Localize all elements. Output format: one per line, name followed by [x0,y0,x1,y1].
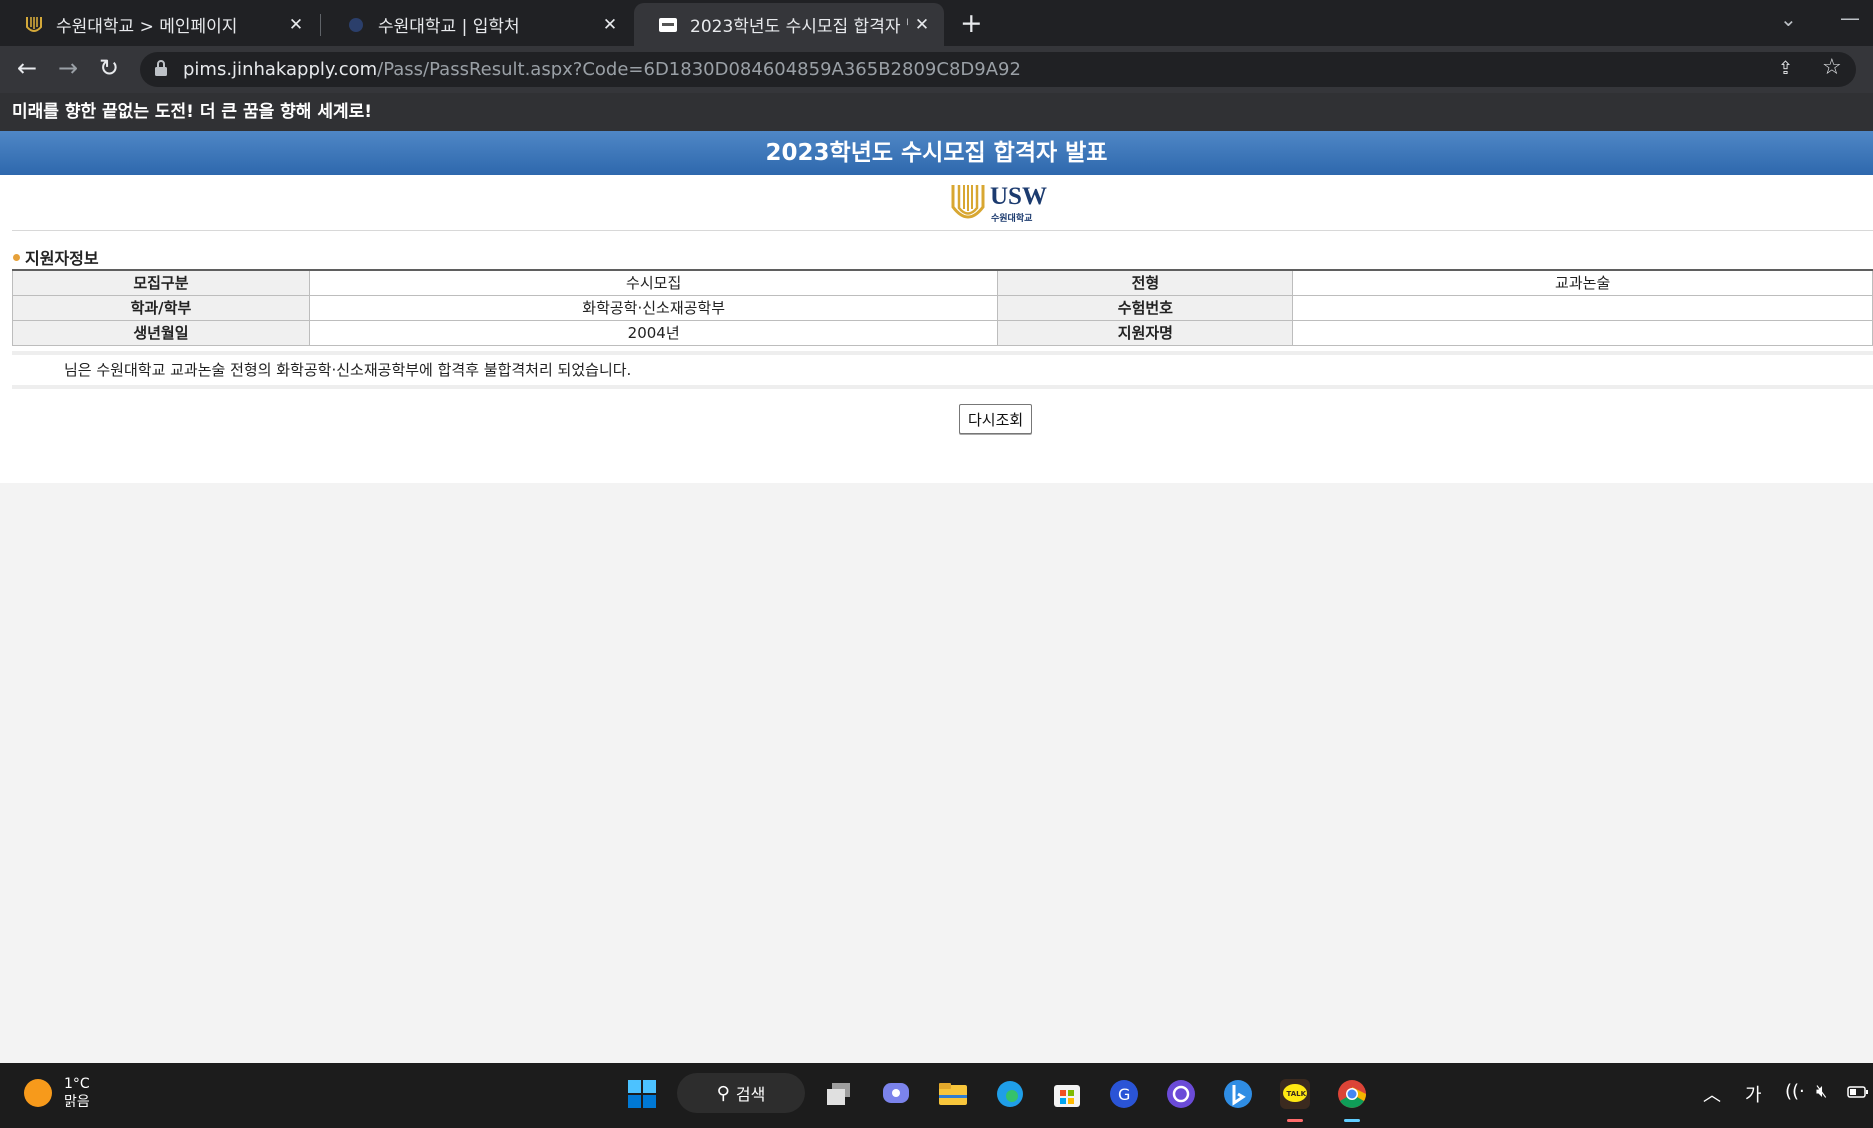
volume-muted-icon[interactable]: 🔇︎ [1816,1081,1827,1102]
page-content: 미래를 향한 끝없는 도전! 더 큰 꿈을 향해 세계로! 2023학년도 수시… [0,93,1873,1063]
tab-separator [320,14,321,36]
bullet-icon [13,253,20,261]
edge-icon[interactable] [993,1077,1027,1111]
logo-text: USW [990,183,1047,210]
new-tab-icon[interactable]: + [960,8,983,39]
kakaotalk-icon[interactable]: TALK [1278,1077,1312,1111]
weather-temp: 1°C [64,1076,90,1092]
label-cell: 모집구분 [12,269,310,296]
divider [12,230,1873,231]
label-cell: 수험번호 [997,294,1294,321]
usw-emblem-icon [951,185,985,219]
wifi-icon[interactable]: ((· [1785,1081,1805,1102]
weather-widget[interactable]: 1°C 맑음 [24,1075,90,1111]
chat-icon[interactable] [879,1077,913,1111]
section-title-text: 지원자정보 [25,249,99,268]
value-cell: 교과논술 [1292,269,1873,296]
tab-suwon-admission[interactable]: 수원대학교 | 입학처 ✕ [322,3,632,46]
search-label: 검색 [735,1085,766,1104]
logo-subtext: 수원대학교 [991,214,1033,224]
tray-chevron-icon[interactable]: ︿ [1703,1081,1721,1107]
tab-close-icon[interactable]: ✕ [288,15,304,35]
label-cell: 전형 [997,269,1294,296]
admission-favicon-icon [349,17,363,32]
table-row: 생년월일 2004년 지원자명 [12,319,1873,346]
url-host: pims.jinhakapply.com [183,59,378,80]
browser-tabbar: 수원대학교 > 메인페이지 ✕ 수원대학교 | 입학처 ✕ 2023학년도 수시… [0,0,1873,46]
forward-icon[interactable]: → [53,54,83,82]
label-cell: 지원자명 [997,319,1294,346]
slogan-bar: 미래를 향한 끝없는 도전! 더 큰 꿈을 향해 세계로! [0,93,1873,131]
address-bar[interactable]: pims.jinhakapply.com/Pass/PassResult.asp… [140,52,1856,87]
page-title: 2023학년도 수시모집 합격자 발표 [0,131,1873,175]
chrome-icon[interactable] [1335,1077,1369,1111]
tab-close-icon[interactable]: ✕ [602,15,618,35]
tab-title: 수원대학교 | 입학처 [378,17,520,37]
redacted-name [12,364,64,378]
svg-text:TALK: TALK [1287,1090,1307,1098]
bookmark-star-icon[interactable]: ☆ [1822,55,1842,80]
running-indicator [1287,1119,1303,1122]
windows-taskbar: 1°C 맑음 ⚲ 검색 G TALK ︿ 가 ((· 🔇︎ [0,1063,1873,1128]
task-view-icon[interactable] [822,1077,856,1111]
app-icon-2[interactable] [1164,1077,1198,1111]
tab-suwon-main[interactable]: 수원대학교 > 메인페이지 ✕ [0,3,318,46]
svg-text:G: G [1118,1085,1130,1104]
label-cell: 학과/학부 [12,294,310,321]
tab-title: 2023학년도 수시모집 합격자 발 [690,17,908,37]
table-row: 모집구분 수시모집 전형 교과논술 [12,269,1873,296]
share-icon[interactable]: ⇪ [1778,58,1793,79]
start-icon[interactable] [625,1077,659,1111]
bing-icon[interactable] [1221,1077,1255,1111]
value-cell: 수시모집 [308,269,999,296]
battery-icon[interactable] [1847,1085,1869,1099]
value-cell [1292,319,1873,346]
ime-indicator[interactable]: 가 [1745,1081,1762,1107]
url-path: /Pass/PassResult.aspx?Code=6D1830D084604… [377,59,1021,80]
table-row: 학과/학부 화학공학·신소재공학부 수험번호 [12,294,1873,321]
tab-search-chevron-icon[interactable]: ⌄ [1780,7,1797,31]
store-icon[interactable] [1050,1077,1084,1111]
result-text: 님은 수원대학교 교과논술 전형의 화학공학·신소재공학부에 합격후 불합격처리… [64,361,632,379]
running-indicator [1344,1119,1360,1122]
usw-favicon-icon [26,16,42,32]
value-cell: 2004년 [308,319,999,346]
tab-pass-result[interactable]: 2023학년도 수시모집 합격자 발 ✕ [634,3,944,46]
jinhak-favicon-icon [659,17,677,32]
retry-button[interactable]: 다시조회 [959,404,1033,434]
tab-title: 수원대학교 > 메인페이지 [56,17,238,37]
value-cell [1292,294,1873,321]
applicant-info-table: 모집구분 수시모집 전형 교과논술 학과/학부 화학공학·신소재공학부 수험번호… [12,269,1873,346]
taskbar-search[interactable]: ⚲ 검색 [677,1073,805,1113]
file-explorer-icon[interactable] [936,1077,970,1111]
sun-icon [24,1079,52,1107]
browser-toolbar: ← → ↻ pims.jinhakapply.com/Pass/PassResu… [0,46,1873,93]
tab-close-icon[interactable]: ✕ [914,15,930,35]
minimize-icon[interactable]: — [1840,6,1860,30]
back-icon[interactable]: ← [12,54,42,82]
url-text[interactable]: pims.jinhakapply.com/Pass/PassResult.asp… [183,59,1021,80]
search-icon: ⚲ [716,1082,730,1104]
result-message: 님은 수원대학교 교과논술 전형의 화학공학·신소재공학부에 합격후 불합격처리… [12,351,1873,389]
app-icon[interactable]: G [1107,1077,1141,1111]
lock-icon[interactable] [154,59,168,77]
weather-desc: 맑음 [64,1094,90,1110]
reload-icon[interactable]: ↻ [94,54,124,82]
label-cell: 생년월일 [12,319,310,346]
value-cell: 화학공학·신소재공학부 [308,294,999,321]
section-title: 지원자정보 [13,245,99,269]
result-panel: USW 수원대학교 지원자정보 모집구분 수시모집 전형 교과논술 학과/학부 … [0,175,1873,483]
usw-logo: USW 수원대학교 [950,183,1050,224]
